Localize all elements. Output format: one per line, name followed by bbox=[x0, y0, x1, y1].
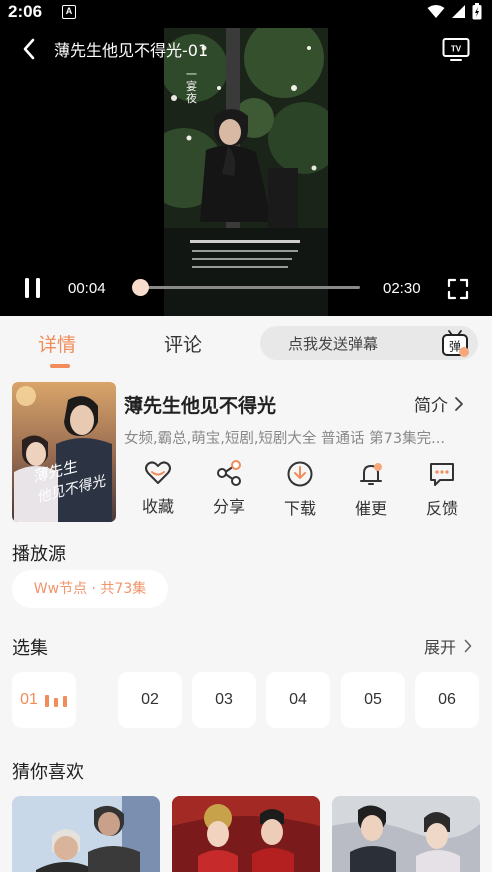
danmaku-input[interactable]: 点我发送弹幕 弹 bbox=[260, 326, 478, 360]
episode-item-04[interactable]: 04 bbox=[266, 672, 330, 728]
svg-text:宴: 宴 bbox=[186, 79, 197, 93]
video-player[interactable]: 一 宴 夜 2:06 A 薄先生他见不得光-01 TV 00:04 02:30 bbox=[0, 0, 492, 316]
expand-episodes-button[interactable]: 展开 bbox=[424, 634, 472, 658]
recommend-card[interactable] bbox=[332, 796, 480, 872]
episode-item-03[interactable]: 03 bbox=[192, 672, 256, 728]
signal-icon bbox=[452, 5, 465, 18]
intro-label: 简介 bbox=[414, 396, 448, 416]
video-title: 薄先生他见不得光-01 bbox=[54, 41, 209, 60]
tab-comments[interactable]: 评论 bbox=[164, 330, 202, 357]
cast-tv-button[interactable]: TV bbox=[442, 36, 470, 61]
favorite-button[interactable]: 收藏 bbox=[128, 460, 188, 517]
episode-item-05[interactable]: 05 bbox=[341, 672, 405, 728]
feedback-button[interactable]: 反馈 bbox=[412, 460, 472, 519]
danmaku-placeholder: 点我发送弹幕 bbox=[288, 335, 379, 353]
source-section-title: 播放源 bbox=[12, 544, 66, 565]
download-label: 下载 bbox=[283, 499, 316, 518]
notification-icon: A bbox=[62, 5, 76, 19]
tab-bar: 详情 评论 点我发送弹幕 弹 bbox=[0, 316, 492, 372]
fullscreen-button[interactable] bbox=[447, 278, 469, 300]
action-bar: 收藏 分享 下载 催更 反馈 bbox=[124, 460, 480, 522]
remind-update-label: 催更 bbox=[354, 499, 387, 518]
progress-bar[interactable] bbox=[132, 279, 360, 296]
feedback-icon bbox=[430, 463, 454, 486]
drama-poster[interactable]: 薄先生 他见不得光 bbox=[12, 382, 116, 522]
wifi-icon bbox=[427, 4, 445, 18]
svg-text:TV: TV bbox=[451, 45, 462, 54]
recommend-section-title: 猜你喜欢 bbox=[12, 762, 84, 783]
tab-indicator bbox=[50, 364, 70, 368]
share-label: 分享 bbox=[212, 497, 245, 516]
pause-icon bbox=[25, 278, 40, 298]
status-time: 2:06 bbox=[8, 2, 43, 21]
episode-item-02[interactable]: 02 bbox=[118, 672, 182, 728]
episode-number: 01 bbox=[20, 691, 38, 708]
favorite-label: 收藏 bbox=[141, 497, 174, 516]
bell-icon bbox=[360, 463, 382, 485]
status-bar: 2:06 A bbox=[0, 0, 492, 26]
expand-label: 展开 bbox=[423, 638, 456, 657]
danmaku-toggle-icon[interactable]: 弹 bbox=[440, 328, 470, 358]
heart-icon bbox=[145, 461, 171, 484]
episodes-section-title: 选集 bbox=[12, 638, 48, 659]
svg-text:夜: 夜 bbox=[186, 91, 197, 105]
share-icon bbox=[217, 460, 241, 486]
recommend-list bbox=[12, 796, 482, 872]
chevron-right-icon bbox=[455, 396, 463, 411]
episode-item-06[interactable]: 06 bbox=[415, 672, 479, 728]
total-time: 02:30 bbox=[383, 280, 421, 297]
episode-item-01[interactable]: 01 bbox=[12, 672, 76, 728]
tv-icon: TV bbox=[442, 38, 470, 61]
battery-icon bbox=[472, 3, 482, 20]
drama-tags: 女频,霸总,萌宝,短剧,短剧大全 普通话 第73集完... bbox=[124, 431, 445, 447]
chevron-right-icon bbox=[464, 639, 472, 653]
back-button[interactable] bbox=[14, 34, 44, 64]
recommend-card[interactable] bbox=[12, 796, 160, 872]
recommend-card[interactable] bbox=[172, 796, 320, 872]
progress-thumb[interactable] bbox=[132, 279, 150, 296]
playing-bars-icon bbox=[44, 694, 67, 707]
pause-button[interactable] bbox=[22, 276, 44, 300]
download-button[interactable]: 下载 bbox=[270, 460, 330, 519]
source-chip[interactable]: Ww节点 · 共73集 bbox=[12, 570, 168, 608]
drama-title: 薄先生他见不得光 bbox=[124, 395, 277, 417]
video-frame: 一 宴 夜 bbox=[164, 28, 328, 316]
intro-button[interactable]: 简介 bbox=[414, 391, 464, 416]
feedback-label: 反馈 bbox=[425, 499, 458, 518]
current-time: 00:04 bbox=[68, 280, 106, 297]
chevron-left-icon bbox=[23, 38, 35, 60]
remind-update-button[interactable]: 催更 bbox=[341, 460, 401, 519]
share-button[interactable]: 分享 bbox=[199, 460, 259, 517]
tab-details[interactable]: 详情 bbox=[38, 330, 76, 357]
fullscreen-icon bbox=[447, 278, 469, 300]
download-icon bbox=[287, 461, 313, 487]
episode-list: 01 02 03 04 05 06 bbox=[12, 672, 480, 728]
